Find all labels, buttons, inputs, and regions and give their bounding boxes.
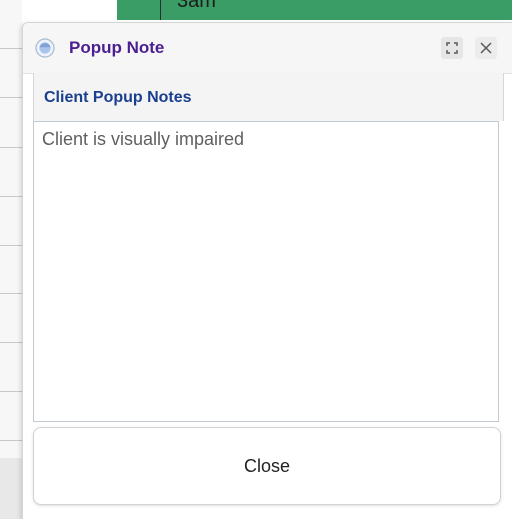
background-divider	[0, 196, 22, 197]
section-header: Client Popup Notes	[33, 73, 504, 121]
background-time-label: 3am	[177, 0, 216, 12]
notes-textarea[interactable]: Client is visually impaired	[33, 121, 499, 422]
circle-icon	[35, 38, 55, 58]
page: 3am Popup Note Client Popup Notes Client…	[0, 0, 512, 519]
popup-title: Popup Note	[69, 38, 165, 57]
close-button[interactable]: Close	[33, 427, 501, 505]
background-time-cell: 3am	[160, 0, 512, 20]
popup-note-dialog: Popup Note Client Popup Notes Client is …	[22, 22, 512, 519]
expand-button[interactable]	[441, 37, 463, 59]
close-icon	[480, 42, 492, 54]
background-divider	[0, 391, 22, 392]
close-x-button[interactable]	[475, 37, 497, 59]
section-title: Client Popup Notes	[44, 89, 192, 106]
expand-icon	[446, 42, 458, 54]
background-divider	[0, 97, 22, 98]
background-footer	[0, 458, 22, 519]
background-divider	[0, 440, 22, 441]
background-sidebar	[0, 0, 22, 519]
background-divider	[0, 342, 22, 343]
background-divider	[0, 293, 22, 294]
popup-titlebar[interactable]: Popup Note	[23, 23, 512, 74]
background-divider	[0, 245, 22, 246]
background-divider	[0, 147, 22, 148]
background-divider	[0, 48, 22, 49]
